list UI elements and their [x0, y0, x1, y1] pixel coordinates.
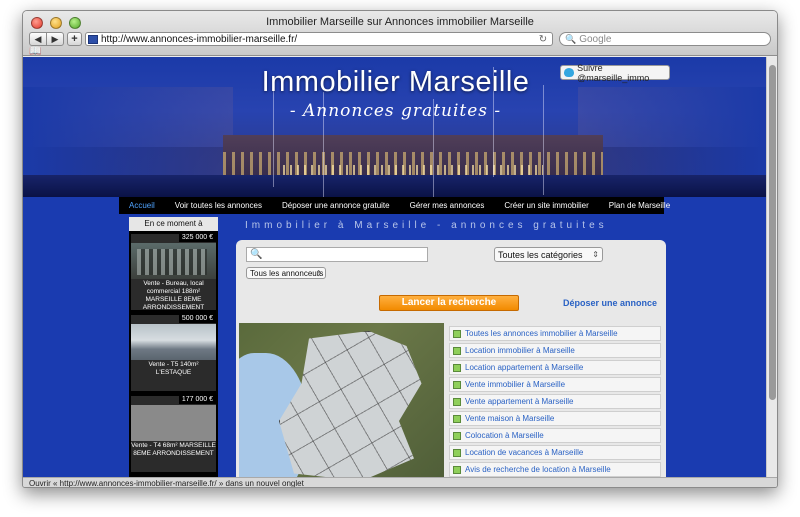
- vertical-scrollbar[interactable]: [766, 57, 777, 477]
- category-link[interactable]: Vente maison à Marseille: [449, 411, 661, 426]
- listing-icon: [453, 448, 461, 457]
- category-link[interactable]: Toutes les annonces immobilier à Marseil…: [449, 326, 661, 341]
- listing-icon: [453, 414, 461, 423]
- plus-icon: +: [71, 33, 78, 45]
- nav-manage-listings[interactable]: Gérer mes annonces: [400, 201, 495, 210]
- listing-icon: [453, 346, 461, 355]
- listing-icon: [453, 431, 461, 440]
- category-link[interactable]: Avis de recherche de location à Marseill…: [449, 462, 661, 477]
- nav-marseille-map[interactable]: Plan de Marseille: [599, 201, 680, 210]
- listing-description[interactable]: Vente - Bureau, local commercial 188m² M…: [131, 280, 216, 312]
- run-search-button[interactable]: Lancer la recherche: [379, 295, 519, 311]
- back-button[interactable]: ◀: [29, 32, 47, 46]
- category-link-label[interactable]: Toutes les annonces immobilier à Marseil…: [465, 329, 618, 338]
- listing-card[interactable]: 177 000 € Vente - T4 68m² MARSEILLE 8EME…: [131, 396, 216, 472]
- bookmarks-book-icon[interactable]: 📖: [29, 46, 41, 57]
- search-panel: 🔍 Toutes les catégories Tous les annonce…: [236, 240, 666, 477]
- listing-photo[interactable]: [131, 243, 216, 279]
- window-title: Immobilier Marseille sur Annonces immobi…: [266, 16, 534, 28]
- browser-window: Immobilier Marseille sur Annonces immobi…: [22, 10, 778, 488]
- nav-post-listing[interactable]: Déposer une annonce gratuite: [272, 201, 400, 210]
- category-link[interactable]: Colocation à Marseille: [449, 428, 661, 443]
- category-link-label[interactable]: Avis de recherche de location à Marseill…: [465, 465, 611, 474]
- twitter-bird-icon: [564, 68, 575, 77]
- listing-description[interactable]: Vente - T4 68m² MARSEILLE 8EME ARRONDISS…: [131, 442, 216, 458]
- add-bookmark-button[interactable]: +: [67, 32, 82, 46]
- advertiser-select-value: Tous les annonceurs: [250, 268, 324, 278]
- category-link[interactable]: Location immobilier à Marseille: [449, 343, 661, 358]
- header-banner: Immobilier Marseille - Annonces gratuite…: [23, 57, 768, 197]
- back-icon: ◀: [34, 33, 42, 44]
- listing-description[interactable]: Vente - T5 140m² L'ESTAQUE: [131, 361, 216, 377]
- page-viewport: Immobilier Marseille - Annonces gratuite…: [23, 57, 768, 477]
- featured-sidebar: En ce moment à Marseille 325 000 € Vente…: [129, 217, 218, 477]
- category-link-label[interactable]: Vente immobilier à Marseille: [465, 380, 565, 389]
- listing-icon: [453, 397, 461, 406]
- category-link-label[interactable]: Location appartement à Marseille: [465, 363, 583, 372]
- category-link-label[interactable]: Location de vacances à Marseille: [465, 448, 583, 457]
- forward-icon: ▶: [51, 33, 59, 44]
- status-bar: Ouvrir « http://www.annonces-immobilier-…: [23, 477, 777, 487]
- listing-card[interactable]: 325 000 € Vente - Bureau, local commerci…: [131, 234, 216, 312]
- category-select[interactable]: Toutes les catégories: [494, 247, 603, 262]
- banner-water: [23, 175, 768, 197]
- site-subtitle: - Annonces gratuites -: [289, 101, 502, 121]
- keyword-search-input[interactable]: 🔍: [246, 247, 428, 262]
- advertiser-select[interactable]: Tous les annonceurs: [246, 267, 326, 279]
- scrollbar-thumb[interactable]: [769, 65, 776, 400]
- category-links: Toutes les annonces immobilier à Marseil…: [449, 326, 661, 477]
- title-bar: Immobilier Marseille sur Annonces immobi…: [23, 11, 777, 57]
- listing-card[interactable]: 500 000 € Vente - T5 140m² L'ESTAQUE: [131, 315, 216, 391]
- listing-price: 177 000 €: [178, 396, 216, 404]
- category-link[interactable]: Location appartement à Marseille: [449, 360, 661, 375]
- category-link-label[interactable]: Location immobilier à Marseille: [465, 346, 575, 355]
- category-link[interactable]: Vente appartement à Marseille: [449, 394, 661, 409]
- forward-button[interactable]: ▶: [46, 32, 64, 46]
- listing-price: 325 000 €: [178, 234, 216, 242]
- page-tagline: Immobilier à Marseille - annonces gratui…: [245, 220, 608, 231]
- category-link-label[interactable]: Colocation à Marseille: [465, 431, 544, 440]
- category-link-label[interactable]: Vente maison à Marseille: [465, 414, 554, 423]
- listing-icon: [453, 363, 461, 372]
- category-select-value: Toutes les catégories: [498, 249, 583, 260]
- twitter-follow-label: Suivre @marseille_immo: [577, 62, 650, 83]
- category-link-label[interactable]: Vente appartement à Marseille: [465, 397, 574, 406]
- nav-all-listings[interactable]: Voir toutes les annonces: [165, 201, 272, 210]
- url-text[interactable]: http://www.annonces-immobilier-marseille…: [101, 34, 537, 45]
- marseille-map[interactable]: [239, 323, 444, 477]
- listing-icon: [453, 329, 461, 338]
- listing-photo[interactable]: [131, 405, 216, 441]
- listing-icon: [453, 465, 461, 474]
- post-listing-link[interactable]: Déposer une annonce: [563, 298, 657, 308]
- nav-create-site[interactable]: Créer un site immobilier: [494, 201, 598, 210]
- reload-icon[interactable]: ↻: [537, 34, 549, 45]
- category-link[interactable]: Vente immobilier à Marseille: [449, 377, 661, 392]
- site-favicon-icon: [88, 34, 98, 44]
- sidebar-title: En ce moment à Marseille: [129, 217, 218, 242]
- map-borders: [279, 331, 422, 477]
- category-link[interactable]: Location de vacances à Marseille: [449, 445, 661, 460]
- listing-icon: [453, 380, 461, 389]
- twitter-follow-button[interactable]: Suivre @marseille_immo: [560, 62, 670, 83]
- address-bar[interactable]: http://www.annonces-immobilier-marseille…: [85, 32, 553, 46]
- search-icon: 🔍: [565, 33, 577, 44]
- listing-photo[interactable]: [131, 324, 216, 360]
- nav-home[interactable]: Accueil: [119, 201, 165, 210]
- search-placeholder: Google: [579, 33, 612, 45]
- main-nav: Accueil Voir toutes les annonces Déposer…: [119, 197, 670, 214]
- magnifier-icon: 🔍: [250, 249, 263, 260]
- listing-price: 500 000 €: [178, 315, 216, 323]
- browser-search-field[interactable]: 🔍 Google: [559, 32, 771, 46]
